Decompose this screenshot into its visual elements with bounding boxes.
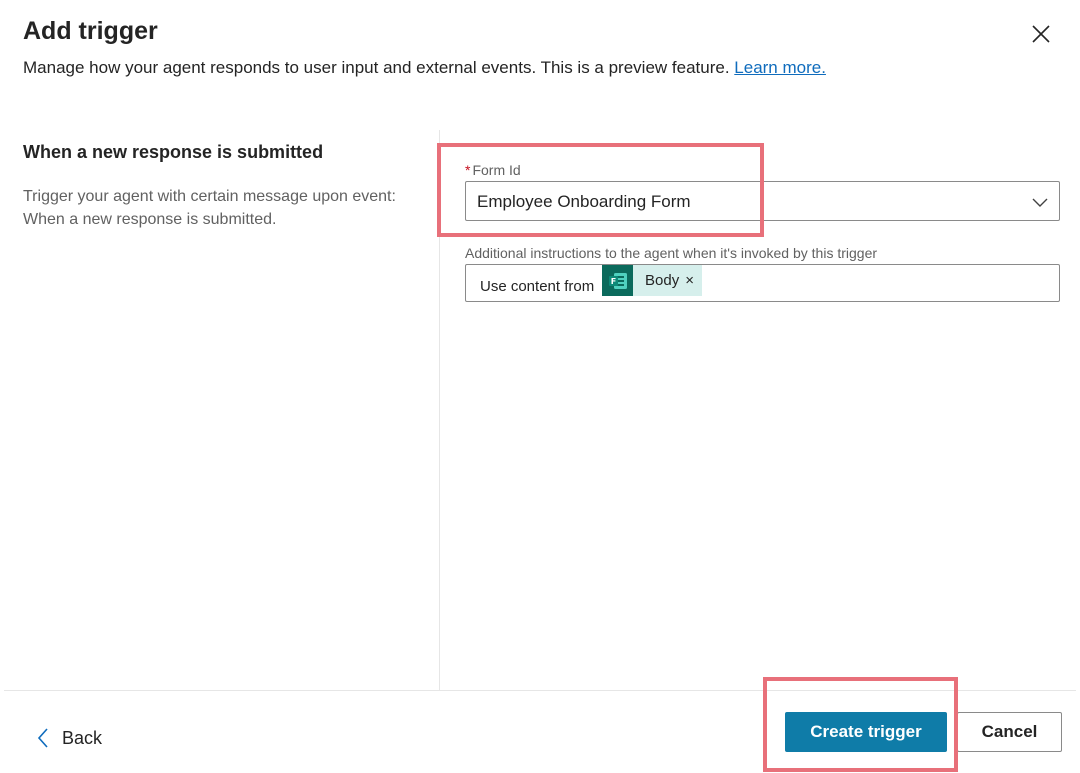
- form-id-label-text: Form Id: [472, 162, 521, 178]
- instructions-prefix: Use content from: [480, 278, 595, 295]
- cancel-button[interactable]: Cancel: [957, 712, 1062, 752]
- vertical-divider: [439, 130, 440, 691]
- instructions-label: Additional instructions to the agent whe…: [465, 245, 878, 261]
- trigger-info-pane: When a new response is submitted Trigger…: [23, 142, 403, 231]
- learn-more-link[interactable]: Learn more.: [734, 58, 826, 77]
- form-id-value: Employee Onboarding Form: [477, 192, 691, 211]
- instructions-input[interactable]: Use content from F Body ×: [465, 264, 1060, 302]
- back-button[interactable]: Back: [36, 724, 102, 752]
- close-icon: [1032, 25, 1050, 43]
- token-label: Body: [645, 272, 680, 289]
- trigger-heading: When a new response is submitted: [23, 142, 324, 162]
- dialog-title: Add trigger: [23, 17, 158, 45]
- required-marker: *: [465, 162, 471, 178]
- microsoft-forms-icon: F: [602, 265, 633, 296]
- create-trigger-button[interactable]: Create trigger: [785, 712, 947, 752]
- footer-divider: [4, 690, 1076, 691]
- form-id-label: * Form Id: [465, 162, 521, 178]
- trigger-description: Trigger your agent with certain message …: [23, 188, 396, 228]
- svg-text:F: F: [610, 277, 615, 286]
- back-label: Back: [62, 727, 103, 748]
- form-id-dropdown[interactable]: Employee Onboarding Form: [465, 181, 1060, 221]
- chevron-down-icon: [1032, 198, 1048, 207]
- close-button[interactable]: [1028, 21, 1054, 47]
- dialog-subtitle: Manage how your agent responds to user i…: [23, 58, 826, 78]
- body-token[interactable]: F Body ×: [602, 265, 702, 296]
- token-remove-button[interactable]: ×: [685, 272, 702, 289]
- chevron-left-icon: [37, 728, 48, 748]
- subtitle-text: Manage how your agent responds to user i…: [23, 58, 730, 77]
